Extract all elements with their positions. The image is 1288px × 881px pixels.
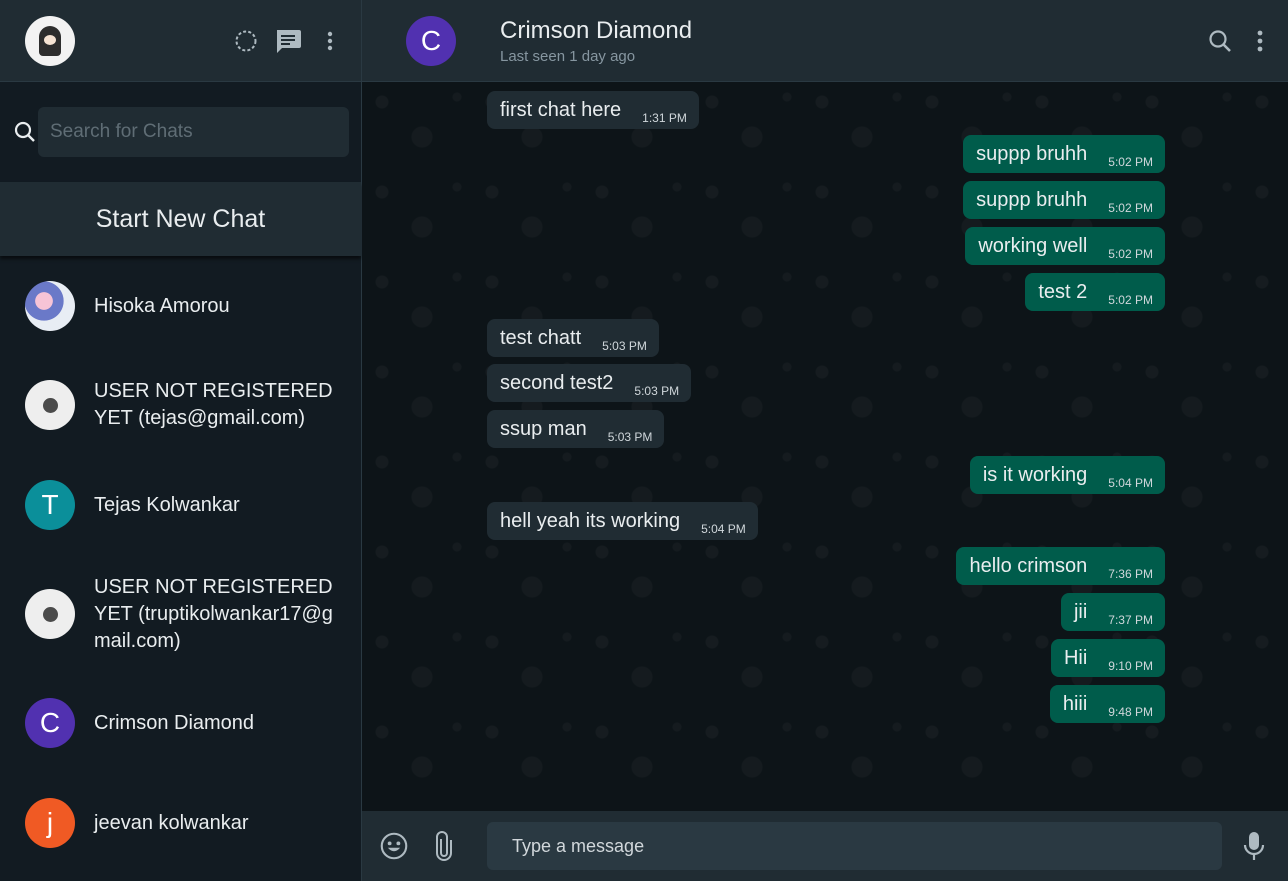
incoming-message[interactable]: first chat here 1:31 PM (487, 91, 699, 129)
message-time: 5:03 PM (634, 383, 680, 398)
message-text: is it working (982, 463, 1088, 486)
menu-dots-icon[interactable] (316, 27, 344, 55)
outgoing-message[interactable]: suppp bruhh 5:02 PM (963, 135, 1165, 173)
chat-list-item[interactable]: USER NOT REGISTERED YET (truptikolwankar… (0, 555, 361, 673)
search-input[interactable] (38, 107, 349, 157)
chat-name: Hisoka Amorou (94, 294, 230, 317)
message-list: first chat here 1:31 PM suppp bruhh 5:02 PM… (362, 82, 1288, 811)
conversation-panel: C Crimson Diamond Last seen 1 day ago fi… (362, 0, 1288, 881)
message-text: jii (1073, 600, 1088, 623)
outgoing-message[interactable]: jii 7:37 PM (1060, 593, 1165, 631)
avatar (25, 589, 75, 639)
message-time: 5:02 PM (1108, 154, 1153, 169)
emoji-icon[interactable] (380, 832, 408, 860)
message-time: 5:03 PM (602, 338, 647, 353)
conversation-header: C Crimson Diamond Last seen 1 day ago (362, 0, 1288, 82)
avatar: j (25, 798, 75, 848)
message-text: first chat here (500, 98, 622, 121)
outgoing-message[interactable]: hello crimson 7:36 PM (956, 547, 1165, 585)
status-icon[interactable] (232, 27, 260, 55)
message-time: 1:31 PM (642, 110, 687, 125)
chat-list-item[interactable]: j jeevan kolwankar (0, 773, 361, 873)
message-text: ssup man (500, 417, 587, 440)
message-text: suppp bruhh (976, 188, 1088, 211)
my-avatar[interactable] (25, 15, 75, 66)
outgoing-message[interactable]: working well 5:02 PM (965, 227, 1165, 265)
search-icon[interactable] (1206, 27, 1234, 55)
message-text: hell yeah its working (500, 509, 681, 532)
message-time: 5:02 PM (1108, 292, 1153, 307)
outgoing-message[interactable]: suppp bruhh 5:02 PM (963, 181, 1165, 219)
outgoing-message[interactable]: hiii 9:48 PM (1049, 685, 1165, 723)
sidebar-header (0, 0, 361, 82)
chat-name: USER NOT REGISTERED YET (truptikolwankar… (94, 575, 333, 652)
message-time: 5:04 PM (1108, 475, 1153, 490)
search-bar (0, 82, 361, 182)
last-seen-status: Last seen 1 day ago (500, 48, 636, 65)
message-time: 7:36 PM (1108, 566, 1153, 581)
chat-list-item[interactable]: C Crimson Diamond (0, 673, 361, 773)
chat-list-item[interactable]: Hisoka Amorou (0, 257, 361, 355)
contact-avatar[interactable]: C (406, 15, 456, 66)
message-time: 9:48 PM (1108, 704, 1153, 719)
new-chat-icon[interactable] (274, 27, 302, 55)
incoming-message[interactable]: ssup man 5:03 PM (487, 410, 665, 448)
chat-list: Hisoka Amorou USER NOT REGISTERED YET (t… (0, 257, 361, 873)
message-time: 5:02 PM (1108, 200, 1153, 215)
message-text: suppp bruhh (976, 142, 1088, 165)
avatar: T (25, 480, 75, 530)
outgoing-message[interactable]: is it working 5:04 PM (969, 456, 1165, 494)
message-text: second test2 (500, 371, 614, 394)
incoming-message[interactable]: second test2 5:03 PM (487, 364, 692, 402)
contact-name[interactable]: Crimson Diamond (500, 16, 692, 46)
incoming-message[interactable]: hell yeah its working 5:04 PM (487, 502, 758, 540)
avatar (25, 281, 75, 331)
start-new-chat-button[interactable]: Start New Chat (0, 182, 361, 256)
message-composer (362, 811, 1288, 881)
message-time: 5:02 PM (1108, 246, 1153, 261)
message-time: 9:10 PM (1108, 658, 1153, 673)
avatar (25, 380, 75, 430)
chat-list-item[interactable]: USER NOT REGISTERED YET (tejas@gmail.com… (0, 355, 361, 455)
mic-icon[interactable] (1240, 832, 1268, 860)
sidebar: Start New Chat Hisoka Amorou USER NOT RE… (0, 0, 362, 881)
avatar: C (25, 698, 75, 748)
message-time: 7:37 PM (1108, 612, 1153, 627)
chat-list-item[interactable]: T Tejas Kolwankar (0, 455, 361, 555)
chat-name: Crimson Diamond (94, 711, 255, 734)
message-text: working well (978, 234, 1088, 257)
message-text: hiii (1062, 692, 1088, 715)
message-time: 5:04 PM (701, 521, 746, 536)
menu-dots-icon[interactable] (1246, 27, 1274, 55)
message-time: 5:03 PM (607, 429, 653, 444)
message-input[interactable] (487, 822, 1222, 870)
chat-name: jeevan kolwankar (94, 811, 249, 834)
message-text: Hii (1063, 646, 1088, 669)
incoming-message[interactable]: test chatt 5:03 PM (487, 319, 659, 357)
outgoing-message[interactable]: Hii 9:10 PM (1050, 639, 1165, 677)
message-text: test chatt (500, 326, 582, 349)
search-icon (14, 121, 38, 143)
attach-icon[interactable] (430, 831, 458, 861)
outgoing-message[interactable]: test 2 5:02 PM (1025, 273, 1165, 311)
message-text: test 2 (1038, 280, 1088, 303)
chat-name: USER NOT REGISTERED YET (tejas@gmail.com… (94, 380, 333, 429)
chat-name: Tejas Kolwankar (94, 493, 240, 516)
message-text: hello crimson (969, 554, 1088, 577)
